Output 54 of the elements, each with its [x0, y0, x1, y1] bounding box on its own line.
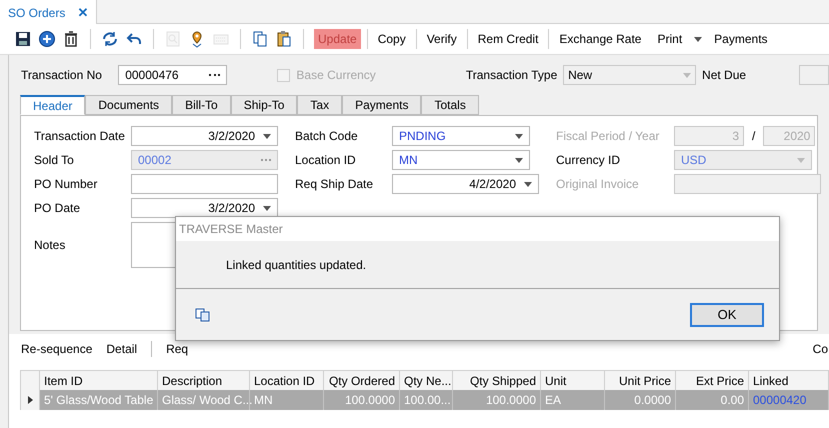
grid-toolbar-button[interactable]: Re-sequence — [21, 340, 92, 358]
date-field[interactable]: 4/2/2020 — [392, 174, 539, 194]
table-cell: 100.00... — [400, 390, 453, 410]
dialog-message: Linked quantities updated. — [226, 256, 366, 274]
field-label: Net Due — [702, 67, 748, 84]
table-cell: 100.0000 — [324, 390, 400, 410]
dialog-title: TRAVERSE Master — [179, 221, 283, 238]
checkbox-label: Base Currency — [296, 67, 376, 84]
table-cell: Glass/ Wood C... — [158, 390, 250, 410]
toolbar-button[interactable]: Rem Credit — [474, 29, 542, 49]
field-label: Transaction Date — [34, 128, 126, 145]
field-label: Transaction No — [21, 67, 103, 84]
form-tab[interactable]: Payments — [342, 95, 422, 115]
grid-toolbar-button[interactable]: Detail — [106, 340, 138, 358]
field-label: PO Date — [34, 200, 82, 217]
field-label: Location ID — [295, 152, 357, 169]
toolbar-button[interactable]: Payments — [710, 29, 772, 49]
form-tab[interactable]: Totals — [421, 95, 479, 115]
field-label: Currency ID — [556, 152, 622, 169]
date-field[interactable]: 3/2/2020 — [131, 126, 278, 146]
table-cell: MN — [250, 390, 324, 410]
form-tab[interactable]: Tax — [297, 95, 342, 115]
separator-text: / — [752, 128, 756, 145]
dropdown-field[interactable]: MN — [392, 150, 530, 170]
lookup-field[interactable]: 00000476 — [118, 65, 228, 85]
field-label: Original Invoice — [556, 176, 640, 193]
form-tab[interactable]: Header — [20, 95, 86, 115]
table-cell: 00000420 — [749, 390, 829, 410]
table-cell: 0.00 — [676, 390, 749, 410]
grid-toolbar-button[interactable]: Co — [812, 340, 828, 358]
field-label: Transaction Type — [466, 67, 558, 84]
form-tab[interactable]: Bill-To — [172, 95, 231, 115]
close-icon[interactable]: ✕ — [77, 2, 88, 22]
table-cell: 100.0000 — [453, 390, 541, 410]
field-label: Req Ship Date — [295, 176, 374, 193]
grid-toolbar-button[interactable]: Req — [166, 340, 188, 358]
field-label: Sold To — [34, 152, 75, 169]
toolbar-button[interactable]: Copy — [374, 29, 410, 49]
toolbar-button[interactable]: Exchange Rate — [555, 29, 646, 49]
date-field[interactable]: 3/2/2020 — [131, 198, 278, 218]
table-cell: 0.0000 — [605, 390, 676, 410]
table-cell: EA — [541, 390, 605, 410]
dropdown-field[interactable]: PNDING — [392, 126, 530, 146]
form-tab[interactable]: Ship-To — [230, 95, 298, 115]
form-tab[interactable]: Documents — [85, 95, 172, 115]
toolbar-button[interactable]: Print — [653, 29, 686, 49]
field-label: PO Number — [34, 176, 98, 193]
field-label: Notes — [34, 237, 66, 254]
document-tab[interactable]: SO Orders ✕ — [0, 0, 98, 25]
ok-button[interactable]: OK — [690, 302, 764, 326]
field-label: Batch Code — [295, 128, 359, 145]
field-label: Fiscal Period / Year — [556, 128, 660, 145]
toolbar-button[interactable]: Verify — [422, 29, 461, 49]
table-cell: 5' Glass/Wood Table — [40, 390, 158, 410]
